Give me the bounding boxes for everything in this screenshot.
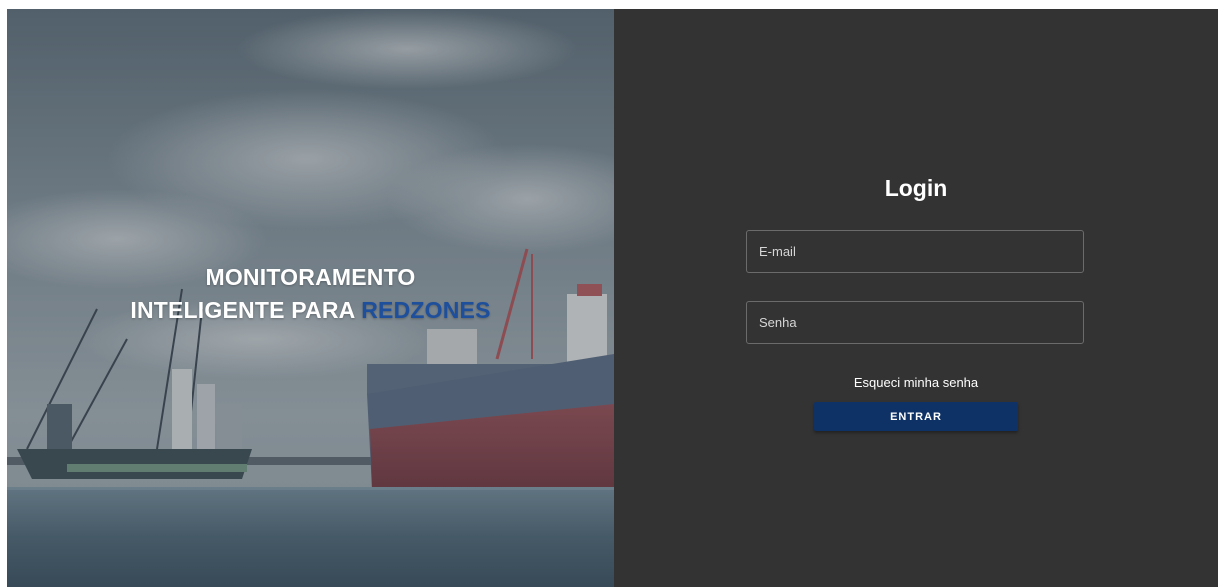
login-page: MONITORAMENTO INTELIGENTE PARA REDZONES … [0, 0, 1218, 587]
hero-title-line-1: MONITORAMENTO [205, 264, 416, 290]
hero-title-line-2: INTELIGENTE PARA REDZONES [7, 294, 614, 327]
login-title: Login [884, 175, 948, 201]
hero-title: MONITORAMENTO INTELIGENTE PARA REDZONES [7, 261, 614, 327]
login-panel: Login Esqueci minha senha ENTRAR [614, 9, 1218, 587]
forgot-password-link[interactable]: Esqueci minha senha [614, 374, 1218, 392]
email-field[interactable] [746, 230, 1084, 273]
hero-section: MONITORAMENTO INTELIGENTE PARA REDZONES [7, 9, 614, 587]
password-field[interactable] [746, 301, 1084, 344]
hero-title-accent: REDZONES [361, 297, 491, 323]
hero-title-prefix: INTELIGENTE PARA [130, 297, 362, 323]
submit-button[interactable]: ENTRAR [814, 402, 1018, 431]
